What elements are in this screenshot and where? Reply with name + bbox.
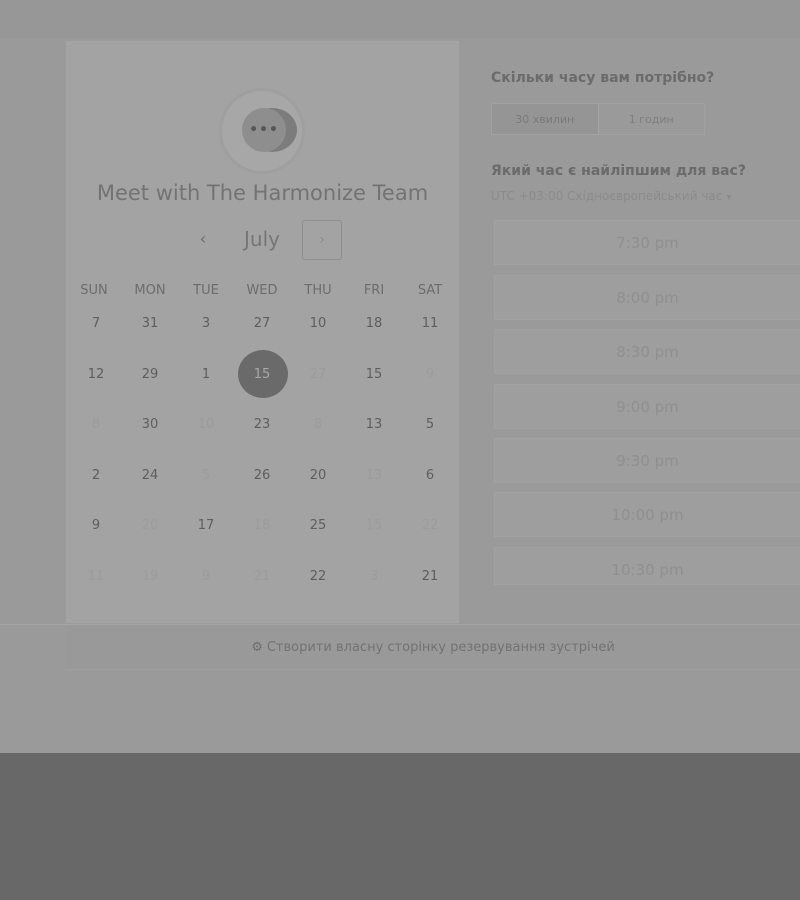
timezone-label: UTC +03:00 Східноєвропейський час — [491, 189, 723, 203]
calendar-day[interactable]: 27 — [236, 304, 288, 344]
calendar-day[interactable]: 31 — [124, 304, 176, 344]
calendar-day[interactable]: 2 — [70, 456, 122, 496]
weekday-wed: WED — [246, 283, 278, 298]
time-slot[interactable]: 7:30 pm — [494, 220, 800, 265]
calendar-day[interactable]: 6 — [404, 456, 456, 496]
calendar-day[interactable]: 7 — [70, 304, 122, 344]
calendar-day: 9 — [201, 569, 211, 584]
footer-link-label: Створити власну сторінку резервування зу… — [266, 639, 615, 655]
sprocket-icon: ⚙ — [251, 639, 263, 655]
duration-heading: Скільки часу вам потрібно? — [491, 70, 715, 86]
month-label: July — [244, 227, 280, 251]
weekday-sat: SAT — [417, 283, 443, 298]
calendar-day: 15 — [365, 518, 383, 533]
calendar-day[interactable]: 18 — [348, 304, 400, 344]
calendar-day[interactable]: 12 — [70, 355, 122, 395]
next-month-button[interactable]: › — [302, 220, 342, 260]
calendar-day: 21 — [253, 569, 271, 584]
calendar-day: 22 — [421, 518, 439, 533]
top-strip — [0, 0, 800, 38]
time-slot[interactable]: 10:00 pm — [494, 492, 800, 537]
weekday-tue: TUE — [193, 283, 219, 298]
duration-1hour-button[interactable]: 1 годин — [597, 104, 705, 134]
calendar-day[interactable]: 11 — [404, 304, 456, 344]
calendar-day: 11 — [87, 569, 105, 584]
weekday-thu: THU — [304, 283, 332, 298]
calendar-day: 19 — [141, 569, 159, 584]
prev-month-button[interactable]: ‹ — [190, 226, 216, 252]
chevron-down-icon: ▾ — [726, 192, 732, 203]
duration-selector: 30 хвилин 1 годин — [491, 103, 705, 135]
calendar-day: 27 — [309, 367, 327, 382]
calendar-day[interactable]: 15 — [348, 355, 400, 395]
calendar-day: 3 — [369, 569, 379, 584]
divider — [0, 624, 66, 625]
calendar-day[interactable]: 26 — [236, 456, 288, 496]
calendar-day[interactable]: 13 — [348, 405, 400, 445]
calendar-day[interactable]: 23 — [236, 405, 288, 445]
calendar-day[interactable]: 9 — [70, 506, 122, 546]
weekday-mon: MON — [134, 283, 166, 298]
calendar-day: 8 — [313, 417, 323, 432]
calendar-day-selected[interactable]: 15 — [236, 355, 288, 395]
calendar-day[interactable]: 24 — [124, 456, 176, 496]
weekday-fri: FRI — [363, 283, 385, 298]
chat-bubble-icon: ••• — [242, 108, 286, 152]
duration-30min-button[interactable]: 30 хвилин — [492, 104, 598, 134]
calendar-day[interactable]: 21 — [404, 557, 456, 597]
weekday-sun: SUN — [80, 283, 108, 298]
timezone-selector[interactable]: UTC +03:00 Східноєвропейський час ▾ — [491, 189, 731, 203]
calendar-day[interactable]: 30 — [124, 405, 176, 445]
meeting-title: Meet with The Harmonize Team — [96, 181, 429, 205]
calendar-day[interactable]: 25 — [292, 506, 344, 546]
calendar-day[interactable]: 22 — [292, 557, 344, 597]
calendar-day[interactable]: 10 — [292, 304, 344, 344]
calendar-day: 5 — [201, 468, 211, 483]
time-slot[interactable]: 10:30 pm — [494, 547, 800, 585]
footer-link[interactable]: ⚙ Створити власну сторінку резервування … — [66, 624, 800, 670]
calendar-day: 18 — [253, 518, 271, 533]
calendar-day[interactable]: 5 — [404, 405, 456, 445]
calendar-day[interactable]: 3 — [180, 304, 232, 344]
calendar-day: 10 — [197, 417, 215, 432]
time-heading: Який час є найліпшим для вас? — [491, 163, 746, 179]
calendar-day: 20 — [141, 518, 159, 533]
calendar-day: 9 — [425, 367, 435, 382]
calendar-day[interactable]: 20 — [292, 456, 344, 496]
calendar-day[interactable]: 1 — [180, 355, 232, 395]
calendar-day[interactable]: 17 — [180, 506, 232, 546]
time-slot[interactable]: 9:00 pm — [494, 384, 800, 429]
calendar-day: 13 — [365, 468, 383, 483]
overlay-bottom — [0, 753, 800, 900]
time-slot[interactable]: 9:30 pm — [494, 438, 800, 483]
calendar-day: 8 — [91, 417, 101, 432]
calendar-day[interactable]: 29 — [124, 355, 176, 395]
time-slot[interactable]: 8:30 pm — [494, 329, 800, 374]
time-slot[interactable]: 8:00 pm — [494, 275, 800, 320]
